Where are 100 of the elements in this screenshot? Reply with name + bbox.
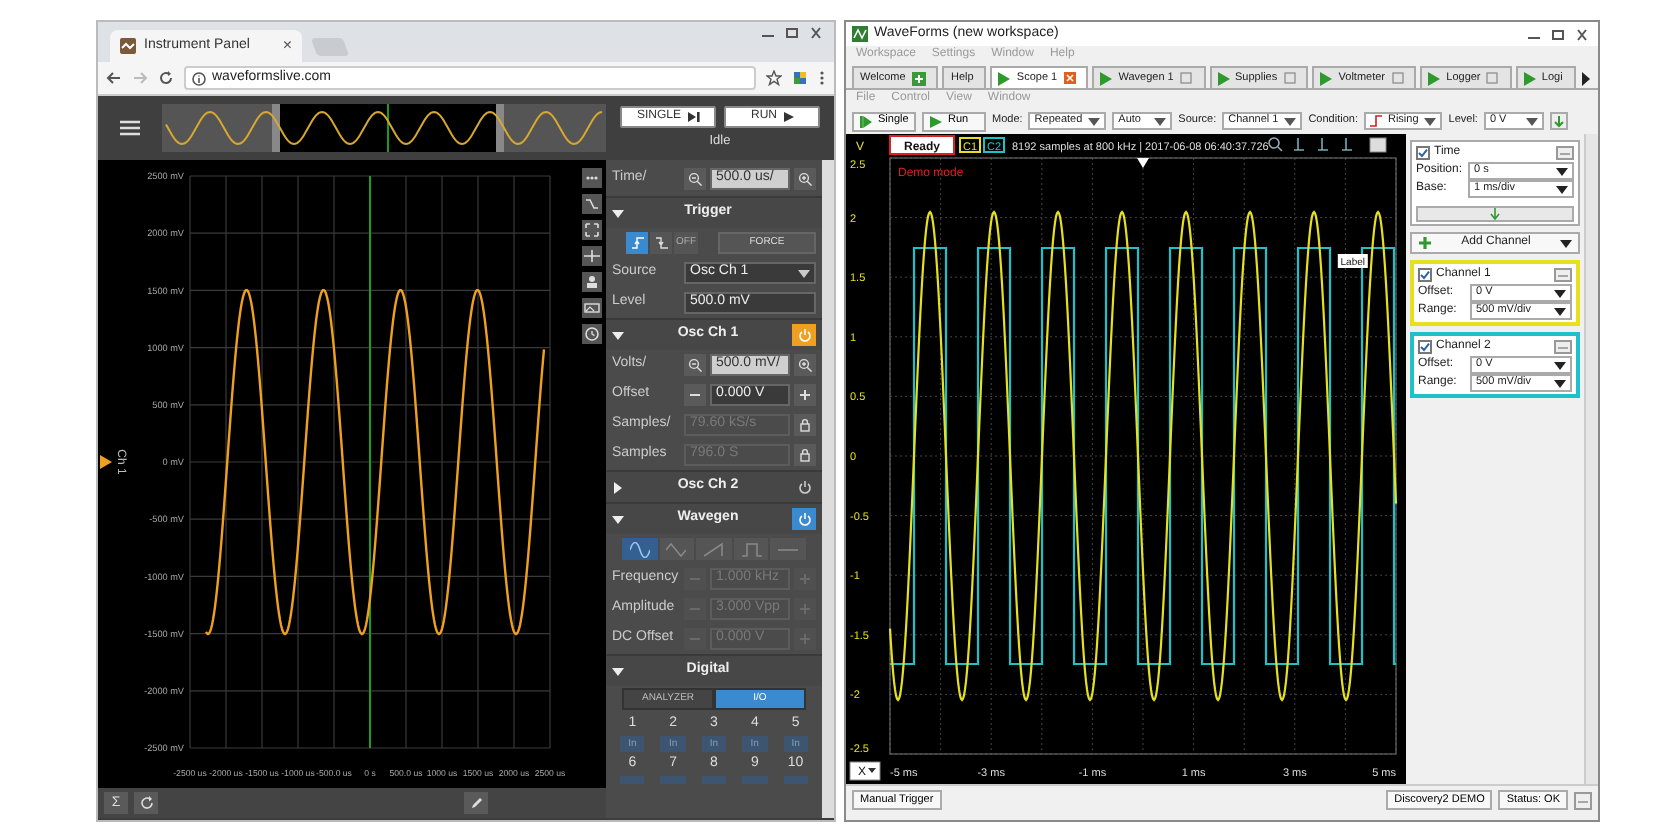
edge-button[interactable]	[650, 232, 672, 254]
play-icon	[1320, 71, 1333, 85]
options-icon[interactable]	[1554, 340, 1572, 354]
sine-wave-icon	[629, 541, 650, 557]
caret-icon	[798, 269, 810, 277]
lock-icon	[798, 418, 812, 432]
status-indicator	[889, 135, 955, 155]
checkbox[interactable]	[1416, 146, 1430, 160]
cursor-icon[interactable]	[1341, 137, 1353, 151]
cursor-icon[interactable]	[1293, 137, 1305, 151]
power-icon	[797, 480, 811, 494]
plus-icon	[798, 388, 812, 402]
caret-icon	[1088, 117, 1101, 125]
image-icon[interactable]	[582, 298, 602, 318]
maximize-icon[interactable]	[782, 26, 802, 40]
settings-button[interactable]	[1369, 137, 1387, 153]
back-icon[interactable]	[106, 70, 122, 86]
reload-icon[interactable]	[158, 70, 174, 86]
level-marker-icon	[100, 455, 112, 469]
zoom-out-button[interactable]	[684, 354, 706, 376]
zoom-in-button[interactable]	[794, 354, 816, 376]
slope-icon[interactable]	[582, 194, 602, 214]
minus-icon	[688, 602, 702, 616]
close-icon[interactable]	[806, 26, 826, 40]
expand-icon[interactable]	[582, 220, 602, 240]
caret-icon	[1560, 239, 1572, 247]
play-icon	[1428, 71, 1441, 85]
play-icon	[1523, 71, 1536, 85]
caret-icon[interactable]	[612, 665, 624, 677]
zoom-in-icon	[798, 171, 812, 185]
download-icon[interactable]	[1549, 112, 1568, 130]
scrollbar[interactable]	[1584, 134, 1598, 784]
options-icon[interactable]	[1574, 791, 1592, 809]
caret-icon[interactable]	[612, 207, 624, 219]
plus-icon	[798, 572, 812, 586]
minus-button[interactable]	[684, 384, 706, 406]
lock-button[interactable]	[794, 414, 816, 436]
trigger-marker-icon	[1137, 158, 1149, 168]
caret-icon[interactable]	[612, 329, 624, 341]
menu-icon[interactable]	[818, 70, 826, 86]
edit-button[interactable]	[464, 792, 488, 814]
star-icon[interactable]	[766, 70, 782, 86]
play-icon	[1217, 71, 1230, 85]
checkbox[interactable]	[1418, 340, 1432, 354]
lock-icon	[798, 448, 812, 462]
play-icon	[998, 71, 1011, 85]
zoom-out-icon	[688, 358, 702, 372]
power-icon	[797, 512, 811, 526]
sawtooth-wave-icon	[703, 541, 724, 557]
pencil-icon	[469, 796, 483, 810]
step-icon	[687, 111, 699, 122]
refresh-button[interactable]	[134, 792, 158, 814]
rising-edge-icon	[631, 236, 643, 250]
app-icon	[120, 38, 136, 54]
triangle-wave-icon	[666, 541, 687, 557]
menu-icon[interactable]	[120, 120, 140, 136]
plus-icon	[798, 602, 812, 616]
zoom-out-icon	[688, 171, 702, 185]
plus-icon	[1418, 236, 1432, 250]
step-icon	[860, 115, 872, 127]
person-icon[interactable]	[582, 272, 602, 292]
extension-icon[interactable]	[792, 70, 808, 86]
square-wave-icon	[741, 541, 762, 557]
history-icon[interactable]	[582, 324, 602, 344]
falling-edge-icon	[655, 236, 667, 250]
caret-icon	[1424, 117, 1437, 125]
caret-icon	[1154, 117, 1167, 125]
edge-button[interactable]	[626, 232, 648, 254]
caret-icon	[1284, 117, 1297, 125]
zoom-in-button[interactable]	[794, 167, 816, 189]
options-icon[interactable]	[1554, 268, 1572, 282]
power-button[interactable]	[792, 508, 816, 530]
waveform-button[interactable]	[622, 538, 658, 560]
zoom-out-button[interactable]	[684, 167, 706, 189]
close-icon[interactable]	[1572, 27, 1592, 41]
cursor-icon[interactable]	[1317, 137, 1329, 151]
waveform-button[interactable]	[659, 538, 695, 560]
play-icon	[1100, 71, 1113, 85]
center-icon[interactable]	[582, 246, 602, 266]
info-icon	[192, 71, 206, 85]
search-icon[interactable]	[1268, 137, 1283, 152]
plus-button[interactable]	[794, 384, 816, 406]
options-icon[interactable]	[1556, 146, 1574, 160]
plus-icon	[798, 632, 812, 646]
lock-button[interactable]	[794, 444, 816, 466]
minus-icon	[688, 572, 702, 586]
plus-icon	[911, 71, 926, 85]
minus-icon	[688, 632, 702, 646]
caret-icon[interactable]	[612, 481, 624, 493]
play-icon	[783, 111, 793, 122]
zoom-in-icon	[798, 358, 812, 372]
maximize-icon[interactable]	[1548, 27, 1568, 41]
refresh-icon	[139, 796, 153, 810]
scrollbar[interactable]	[822, 160, 834, 818]
play-icon	[930, 115, 942, 127]
close-button[interactable]: ×	[282, 38, 292, 54]
down-arrow-icon	[1490, 208, 1500, 220]
caret-icon[interactable]	[612, 513, 624, 525]
rising-edge-icon	[1369, 114, 1382, 128]
checkbox[interactable]	[1418, 268, 1432, 282]
